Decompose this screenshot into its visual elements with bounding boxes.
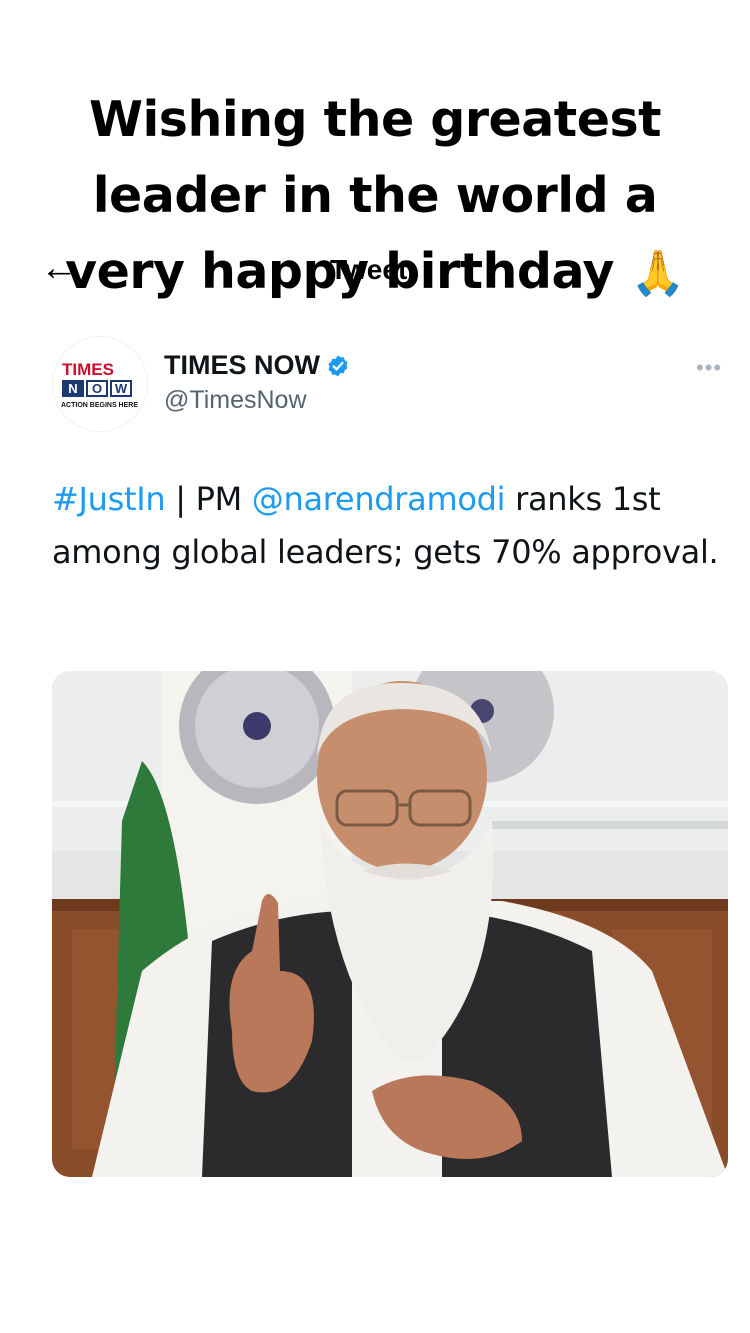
tweet-photo[interactable] — [52, 671, 728, 1177]
caption-line-1: Wishing the greatest — [88, 91, 662, 148]
logo-now-letter: N — [62, 380, 84, 397]
tweet-text: #JustIn | PM @narendramodi ranks 1st amo… — [52, 473, 732, 579]
caption-line-2: leader in the world a — [92, 167, 658, 224]
times-now-logo: TIMES N O W ACTION BEGINS HERE — [61, 361, 141, 410]
account-handle[interactable]: @TimesNow — [164, 386, 307, 415]
display-name-text: TIMES NOW — [164, 350, 320, 380]
folded-hands-emoji: 🙏 — [630, 248, 686, 299]
tweet-text-separator: | PM — [165, 480, 252, 518]
logo-now-letter: W — [110, 380, 132, 397]
mention-link[interactable]: @narendramodi — [252, 480, 506, 518]
logo-tagline: ACTION BEGINS HERE — [61, 402, 139, 409]
tweet-photo-illustration — [52, 671, 728, 1177]
logo-now-letter: O — [86, 380, 108, 397]
more-options-icon[interactable]: ••• — [696, 355, 722, 381]
verified-badge-icon — [328, 355, 348, 376]
caption-line-3: very happy birthday 🙏 — [20, 234, 730, 312]
avatar[interactable]: TIMES N O W ACTION BEGINS HERE — [52, 336, 148, 432]
caption-line-3-text: very happy birthday — [65, 243, 614, 300]
hashtag-link[interactable]: #JustIn — [52, 480, 166, 518]
story-caption: Wishing the greatest leader in the world… — [20, 82, 730, 312]
logo-now-row: N O W — [61, 380, 141, 397]
account-name[interactable]: TIMES NOW — [164, 350, 350, 381]
logo-times-text: TIMES — [62, 360, 114, 379]
